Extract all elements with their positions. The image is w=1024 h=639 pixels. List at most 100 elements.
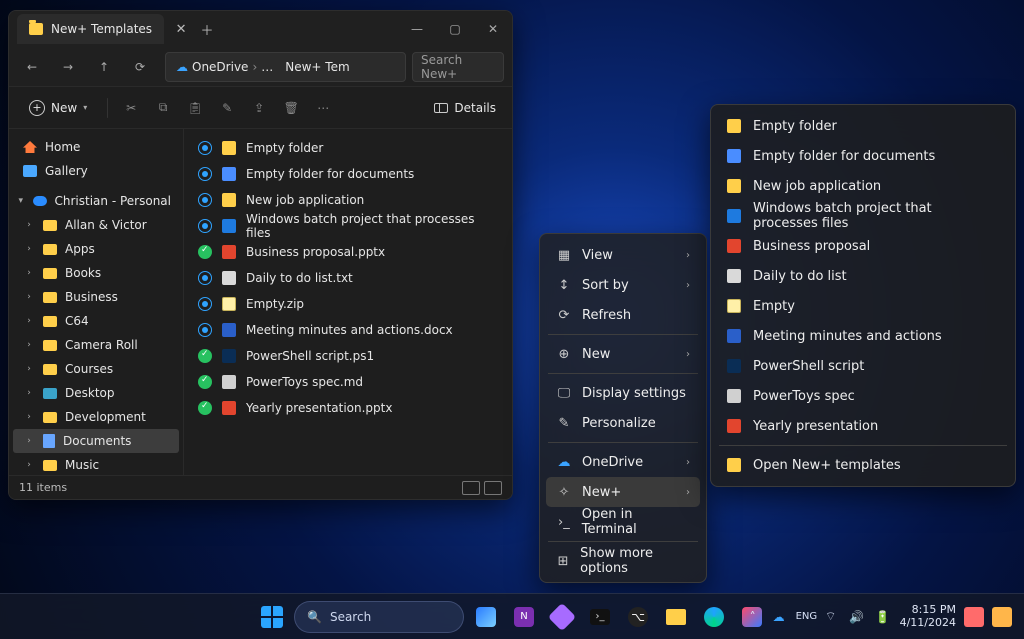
menu-terminal[interactable]: ›_ Open in Terminal bbox=[546, 507, 700, 537]
new-button-label: New bbox=[51, 101, 77, 115]
titlebar[interactable]: New+ Templates ✕ ＋ — ▢ ✕ bbox=[9, 11, 512, 47]
submenu-open-templates[interactable]: Open New+ templates bbox=[717, 450, 1009, 480]
search-input[interactable]: Search New+ bbox=[412, 52, 504, 82]
view-icons-toggle[interactable] bbox=[484, 481, 502, 495]
app-visualstudio[interactable] bbox=[546, 601, 578, 633]
forward-button[interactable]: → bbox=[53, 52, 83, 82]
file-row[interactable]: Yearly presentation.pptx bbox=[190, 395, 506, 421]
sidebar-gallery[interactable]: Gallery bbox=[13, 159, 179, 183]
separator bbox=[548, 373, 698, 374]
file-row[interactable]: Empty folder for documents bbox=[190, 161, 506, 187]
sidebar-item[interactable]: ›C64 bbox=[13, 309, 179, 333]
sidebar-item[interactable]: ›Development bbox=[13, 405, 179, 429]
up-button[interactable]: ↑ bbox=[89, 52, 119, 82]
sidebar-home[interactable]: Home bbox=[13, 135, 179, 159]
tray-overflow-button[interactable]: ˄ bbox=[744, 610, 762, 624]
file-row[interactable]: Empty.zip bbox=[190, 291, 506, 317]
more-button[interactable]: ⋯ bbox=[310, 95, 336, 121]
app-edge[interactable] bbox=[698, 601, 730, 633]
volume-icon[interactable]: 🔊 bbox=[848, 610, 866, 624]
submenu-item[interactable]: Empty folder for documents bbox=[717, 141, 1009, 171]
new-tab-button[interactable]: ＋ bbox=[194, 20, 220, 39]
submenu-item[interactable]: PowerToys spec bbox=[717, 381, 1009, 411]
folder-icon bbox=[43, 244, 57, 255]
submenu-item[interactable]: Empty folder bbox=[717, 111, 1009, 141]
chevron-right-icon: › bbox=[686, 457, 690, 468]
crumb-dots[interactable]: … bbox=[261, 60, 273, 74]
chevron-right-icon: › bbox=[686, 349, 690, 360]
sidebar-item[interactable]: ›Allan & Victor bbox=[13, 213, 179, 237]
menu-sort[interactable]: ↕ Sort by › bbox=[546, 270, 700, 300]
cut-button[interactable]: ✂ bbox=[118, 95, 144, 121]
submenu-item[interactable]: PowerShell script bbox=[717, 351, 1009, 381]
back-button[interactable]: ← bbox=[17, 52, 47, 82]
sidebar-item[interactable]: ›Apps bbox=[13, 237, 179, 261]
app-terminal[interactable]: ›_ bbox=[584, 601, 616, 633]
file-row[interactable]: PowerToys spec.md bbox=[190, 369, 506, 395]
menu-newplus[interactable]: ✧ New+ › bbox=[546, 477, 700, 507]
file-row[interactable]: Business proposal.pptx bbox=[190, 239, 506, 265]
tray-app-icon[interactable] bbox=[992, 607, 1012, 627]
menu-display-settings[interactable]: 🖵 Display settings bbox=[546, 378, 700, 408]
menu-personalize[interactable]: ✎ Personalize bbox=[546, 408, 700, 438]
sidebar-account[interactable]: ▾ Christian - Personal bbox=[13, 189, 179, 213]
app-github[interactable]: ⌥ bbox=[622, 601, 654, 633]
file-row[interactable]: Windows batch project that processes fil… bbox=[190, 213, 506, 239]
onedrive-tray-icon[interactable]: ☁ bbox=[770, 610, 788, 624]
submenu-item[interactable]: New job application bbox=[717, 171, 1009, 201]
sidebar-item[interactable]: ›Courses bbox=[13, 357, 179, 381]
notification-badge[interactable] bbox=[964, 607, 984, 627]
view-details-toggle[interactable] bbox=[462, 481, 480, 495]
taskbar-search[interactable]: 🔍 Search bbox=[294, 601, 464, 633]
menu-refresh[interactable]: ⟳ Refresh bbox=[546, 300, 700, 330]
submenu-item[interactable]: Empty bbox=[717, 291, 1009, 321]
submenu-item[interactable]: Daily to do list bbox=[717, 261, 1009, 291]
delete-button[interactable]: 🗑︎ bbox=[278, 95, 304, 121]
battery-icon[interactable]: 🔋 bbox=[874, 610, 892, 624]
minimize-button[interactable]: — bbox=[398, 11, 436, 47]
file-row[interactable]: Empty folder bbox=[190, 135, 506, 161]
menu-more-options[interactable]: ⊞ Show more options bbox=[546, 546, 700, 576]
maximize-button[interactable]: ▢ bbox=[436, 11, 474, 47]
paste-button[interactable]: 📋︎ bbox=[182, 95, 208, 121]
wifi-icon[interactable]: ⌔ bbox=[822, 609, 840, 624]
crumb-current[interactable]: New+ Tem bbox=[285, 60, 349, 74]
submenu-item[interactable]: Yearly presentation bbox=[717, 411, 1009, 441]
refresh-button[interactable]: ⟳ bbox=[125, 52, 155, 82]
window-tab[interactable]: New+ Templates bbox=[17, 14, 164, 44]
task-view-button[interactable] bbox=[470, 601, 502, 633]
sidebar-item[interactable]: ›Camera Roll bbox=[13, 333, 179, 357]
sidebar-item[interactable]: ›Music bbox=[13, 453, 179, 477]
app-explorer[interactable] bbox=[660, 601, 692, 633]
submenu-item[interactable]: Meeting minutes and actions bbox=[717, 321, 1009, 351]
menu-new[interactable]: ⊕ New › bbox=[546, 339, 700, 369]
menu-view[interactable]: ▦ View › bbox=[546, 240, 700, 270]
file-row[interactable]: Meeting minutes and actions.docx bbox=[190, 317, 506, 343]
language-indicator[interactable]: ENG bbox=[796, 611, 814, 622]
start-button[interactable] bbox=[256, 601, 288, 633]
sidebar-item[interactable]: ›Documents bbox=[13, 429, 179, 453]
details-view-button[interactable]: Details bbox=[428, 94, 502, 122]
app-onenote[interactable]: N bbox=[508, 601, 540, 633]
file-icon bbox=[727, 209, 741, 223]
file-row[interactable]: PowerShell script.ps1 bbox=[190, 343, 506, 369]
submenu-item[interactable]: Business proposal bbox=[717, 231, 1009, 261]
new-button[interactable]: + New ▾ bbox=[19, 94, 97, 122]
close-button[interactable]: ✕ bbox=[474, 11, 512, 47]
copy-button[interactable]: ⧉ bbox=[150, 95, 176, 121]
taskbar-clock[interactable]: 8:15 PM 4/11/2024 bbox=[900, 604, 956, 629]
file-row[interactable]: New job application bbox=[190, 187, 506, 213]
sidebar-item[interactable]: ›Business bbox=[13, 285, 179, 309]
menu-onedrive[interactable]: ☁ OneDrive › bbox=[546, 447, 700, 477]
file-row[interactable]: Daily to do list.txt bbox=[190, 265, 506, 291]
submenu-item[interactable]: Windows batch project that processes fil… bbox=[717, 201, 1009, 231]
sidebar-item[interactable]: ›Books bbox=[13, 261, 179, 285]
breadcrumb[interactable]: ☁ OneDrive › … New+ Tem bbox=[165, 52, 406, 82]
tab-close-button[interactable]: ✕ bbox=[168, 22, 194, 37]
rename-button[interactable]: ✎ bbox=[214, 95, 240, 121]
sidebar-item[interactable]: ›Desktop bbox=[13, 381, 179, 405]
crumb-root[interactable]: OneDrive bbox=[192, 60, 248, 74]
file-pane[interactable]: Empty folderEmpty folder for documentsNe… bbox=[184, 129, 512, 499]
taskbar-center: 🔍 Search N ›_ ⌥ bbox=[256, 601, 768, 633]
share-button[interactable]: ⇪ bbox=[246, 95, 272, 121]
